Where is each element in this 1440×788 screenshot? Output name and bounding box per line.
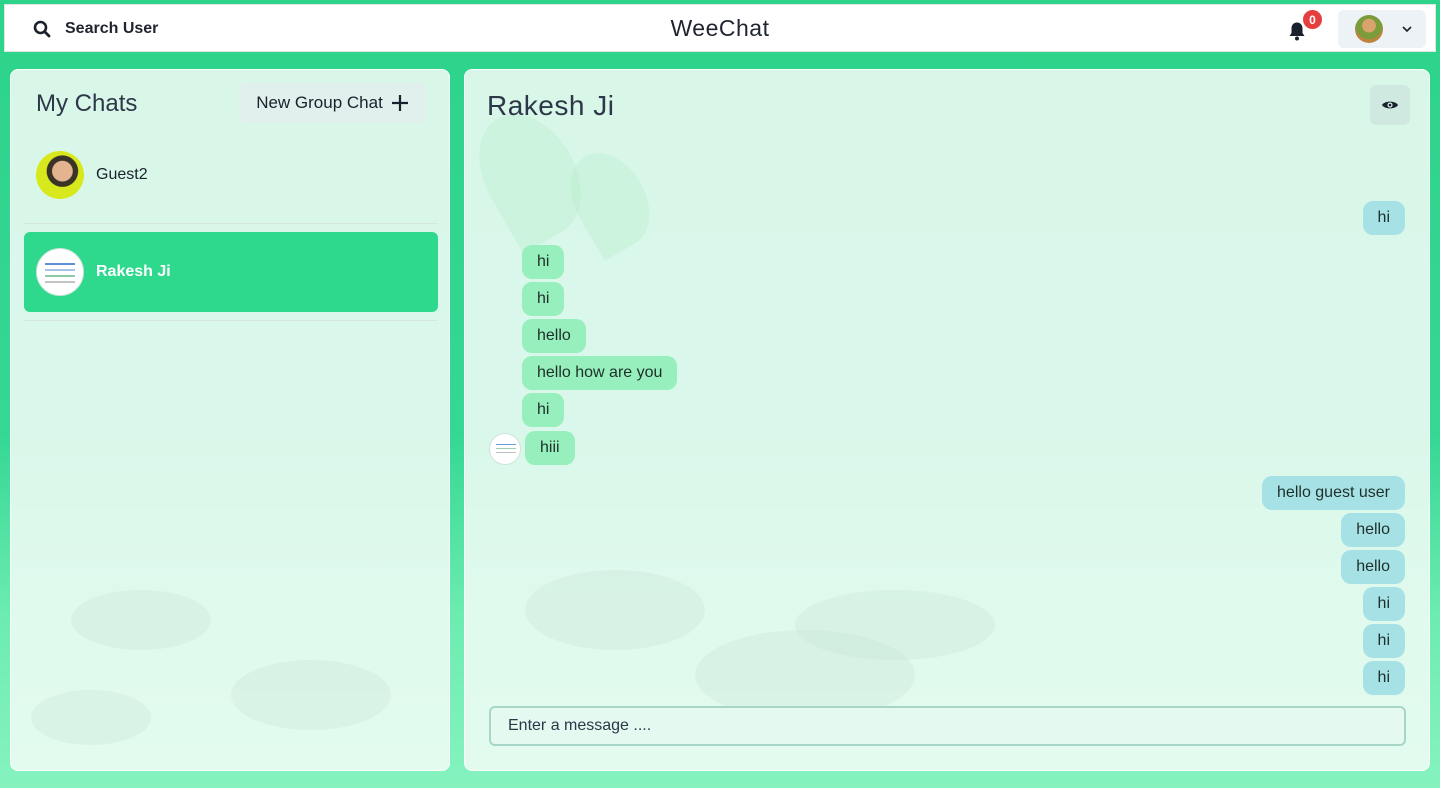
message-sent: hello bbox=[1341, 513, 1405, 547]
background-coin-decoration bbox=[31, 690, 151, 745]
view-profile-button[interactable] bbox=[1370, 85, 1410, 125]
divider bbox=[24, 320, 438, 321]
sender-avatar bbox=[489, 433, 521, 465]
my-chats-title: My Chats bbox=[36, 90, 138, 117]
chat-item-guest2[interactable]: Guest2 bbox=[24, 135, 438, 215]
background-coin-decoration bbox=[525, 570, 705, 650]
eye-icon bbox=[1382, 101, 1398, 109]
user-avatar bbox=[1355, 15, 1383, 43]
app-title: WeeChat bbox=[670, 15, 770, 41]
new-group-chat-label: New Group Chat bbox=[256, 93, 383, 112]
message-received: hi bbox=[522, 245, 565, 279]
divider bbox=[24, 223, 438, 224]
chat-item-rakesh-ji[interactable]: Rakesh Ji bbox=[24, 232, 438, 312]
chevron-down-icon bbox=[1402, 26, 1412, 32]
background-coin-decoration bbox=[231, 660, 391, 730]
message-received: hello how are you bbox=[522, 356, 678, 390]
message-sent: hello guest user bbox=[1262, 476, 1405, 510]
background-coin-decoration bbox=[795, 590, 995, 660]
avatar bbox=[36, 248, 84, 296]
chat-panel: Rakesh Ji hi hi hi hello hello how are y… bbox=[464, 69, 1430, 771]
message-sent: hi bbox=[1362, 587, 1405, 621]
chat-item-name: Guest2 bbox=[96, 166, 148, 183]
chat-item-name: Rakesh Ji bbox=[96, 263, 171, 280]
my-chats-panel: My Chats New Group Chat Guest2 Rakesh Ji bbox=[10, 69, 450, 771]
message-received: hello bbox=[522, 319, 586, 353]
message-received: hiii bbox=[525, 431, 575, 465]
message-input[interactable] bbox=[489, 706, 1406, 746]
new-group-chat-button[interactable]: New Group Chat bbox=[239, 83, 426, 123]
notifications-button[interactable]: 0 bbox=[1283, 9, 1323, 47]
plus-icon bbox=[391, 95, 408, 111]
message-sent: hi bbox=[1362, 624, 1405, 658]
message-sent: hi bbox=[1362, 661, 1405, 695]
avatar bbox=[36, 151, 84, 199]
message-sent: hello bbox=[1341, 550, 1405, 584]
top-bar: Search User WeeChat 0 bbox=[4, 4, 1436, 52]
background-coin-decoration bbox=[71, 590, 211, 650]
profile-menu-button[interactable] bbox=[1338, 10, 1426, 48]
message-received: hi bbox=[522, 282, 565, 316]
notification-count-badge: 0 bbox=[1302, 9, 1323, 30]
chat-title: Rakesh Ji bbox=[487, 90, 615, 121]
message-sent: hi bbox=[1362, 201, 1405, 235]
message-received: hi bbox=[522, 393, 565, 427]
